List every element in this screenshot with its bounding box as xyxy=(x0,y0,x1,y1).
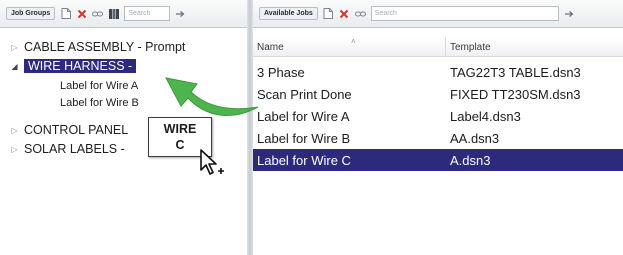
job-groups-title: Job Groups xyxy=(6,7,56,20)
delete-icon[interactable] xyxy=(339,8,350,19)
job-template-cell: Label4.dsn3 xyxy=(450,108,521,124)
tree-child-wire-b[interactable]: Label for Wire B xyxy=(60,97,139,109)
tree-item-cable-assembly[interactable]: ▷ CABLE ASSEMBLY - Prompt xyxy=(10,40,185,54)
available-jobs-title: Available Jobs xyxy=(259,7,318,20)
sort-ascending-icon: ˄ xyxy=(351,37,356,46)
link-icon[interactable] xyxy=(354,8,366,19)
table-row[interactable]: Scan Print Done FIXED TT230SM.dsn3 xyxy=(253,83,623,105)
job-template-cell: FIXED TT230SM.dsn3 xyxy=(450,86,581,102)
job-name-cell: Label for Wire B xyxy=(257,130,351,146)
expand-icon[interactable]: ▷ xyxy=(10,43,19,52)
columns-icon[interactable] xyxy=(108,8,119,19)
drag-preview-line2: C xyxy=(175,138,185,152)
search-go-icon[interactable] xyxy=(175,8,186,19)
expand-icon[interactable]: ▷ xyxy=(10,145,19,154)
job-name-cell: Label for Wire A xyxy=(257,108,350,124)
job-name-cell: Label for Wire C xyxy=(257,152,351,168)
new-item-icon[interactable] xyxy=(60,8,71,19)
table-row[interactable]: Label for Wire A Label4.dsn3 xyxy=(253,105,623,127)
job-groups-search-input[interactable] xyxy=(124,6,171,21)
jobs-table-header: Name ˄ Template xyxy=(253,37,623,57)
table-row[interactable]: 3 Phase TAG22T3 TABLE.dsn3 xyxy=(253,61,623,83)
tree-child-wire-a[interactable]: Label for Wire A xyxy=(60,80,138,92)
tree-item-solar-labels[interactable]: ▷ SOLAR LABELS - xyxy=(10,142,125,156)
available-jobs-search-input[interactable] xyxy=(370,6,559,21)
collapse-icon[interactable]: ◢ xyxy=(10,62,19,71)
job-name-cell: 3 Phase xyxy=(257,64,305,80)
job-template-cell: AA.dsn3 xyxy=(450,130,500,146)
tree-item-control-panel[interactable]: ▷ CONTROL PANEL xyxy=(10,123,128,137)
job-template-cell: TAG22T3 TABLE.dsn3 xyxy=(450,64,581,80)
tree-item-wire-harness[interactable]: ◢ WIRE HARNESS - xyxy=(10,59,137,73)
new-item-icon[interactable] xyxy=(323,8,334,19)
job-groups-toolbar: Job Groups xyxy=(0,0,247,28)
tree-item-label: WIRE HARNESS - xyxy=(24,59,137,73)
drag-cursor-icon xyxy=(200,149,224,175)
drag-preview-line1: WIRE xyxy=(163,122,197,136)
table-row[interactable]: Label for Wire B AA.dsn3 xyxy=(253,127,623,149)
job-template-cell: A.dsn3 xyxy=(450,152,491,168)
table-row-selected[interactable]: Label for Wire C A.dsn3 xyxy=(253,149,623,171)
column-header-template[interactable]: Template xyxy=(446,37,623,57)
column-header-name[interactable]: Name xyxy=(253,37,445,57)
delete-icon[interactable] xyxy=(76,8,87,19)
tree-item-label: CONTROL PANEL xyxy=(24,123,129,137)
expand-icon[interactable]: ▷ xyxy=(10,126,19,135)
link-icon[interactable] xyxy=(92,8,104,19)
tree-item-label: SOLAR LABELS - xyxy=(24,142,125,156)
tree-item-label: CABLE ASSEMBLY - Prompt xyxy=(24,40,186,54)
search-go-icon[interactable] xyxy=(564,8,575,19)
job-name-cell: Scan Print Done xyxy=(257,86,352,102)
available-jobs-toolbar: Available Jobs xyxy=(253,0,623,28)
